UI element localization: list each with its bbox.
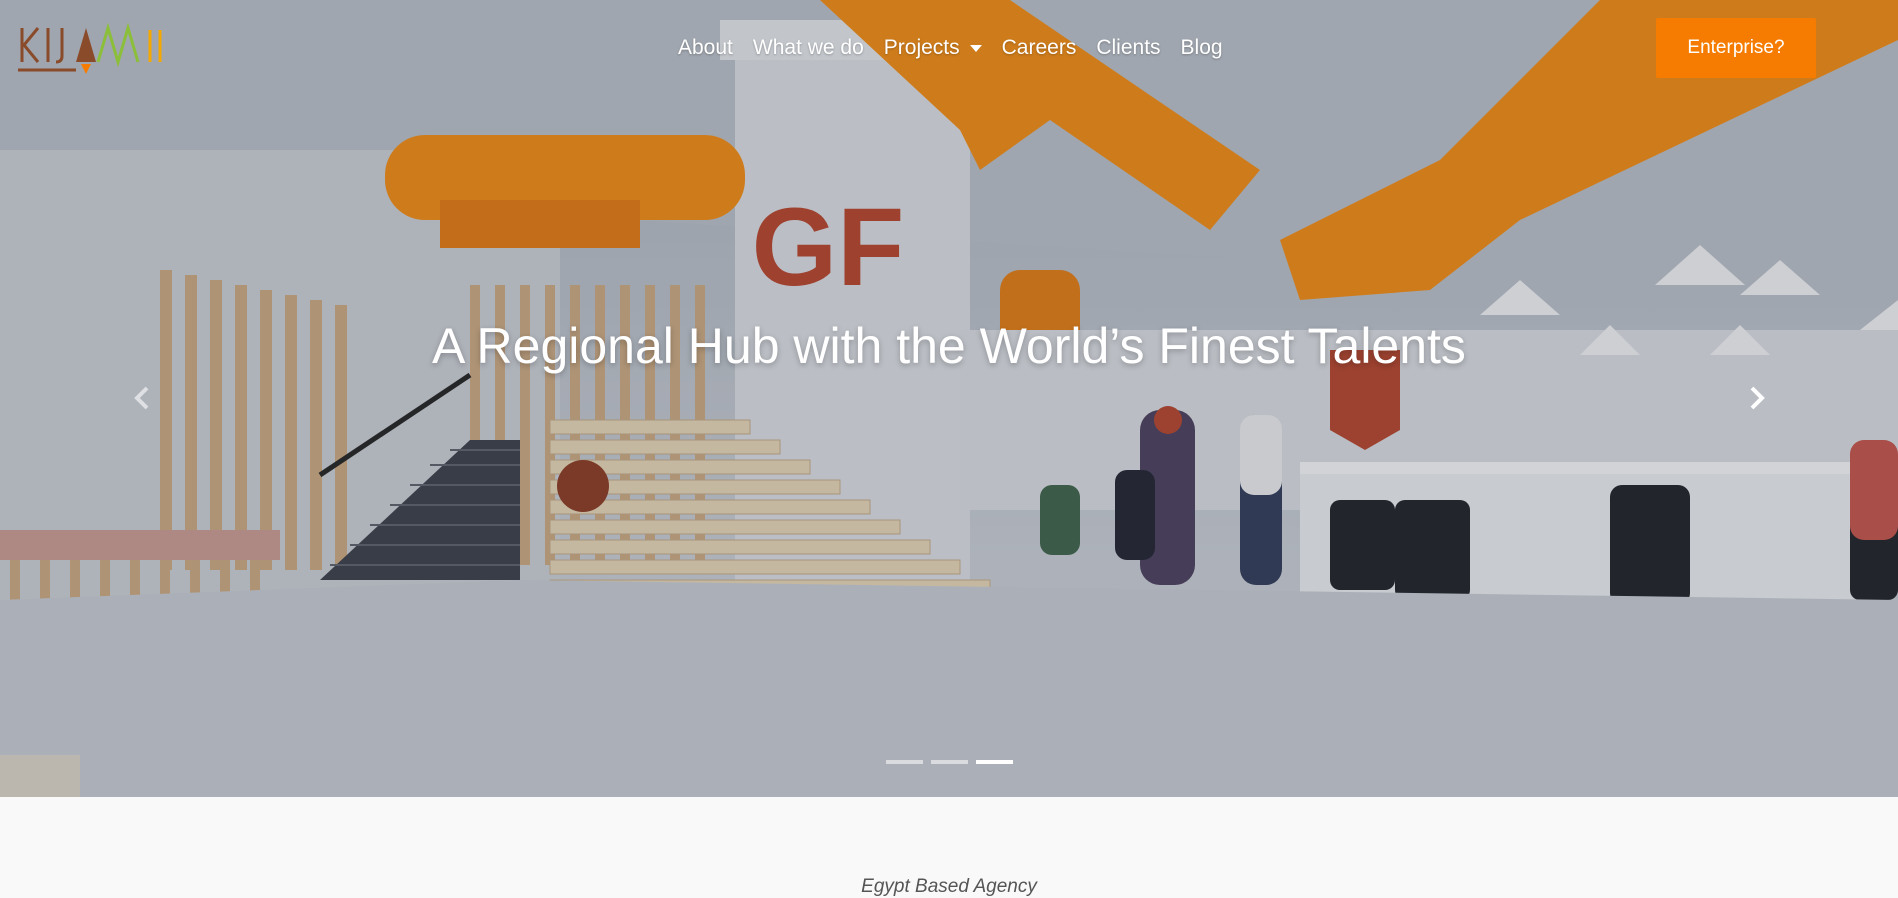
carousel-indicators — [886, 760, 1013, 764]
nav-projects-label: Projects — [883, 36, 960, 59]
navbar: About What we do Projects Careers Client… — [0, 0, 1898, 96]
intro-tagline: Egypt Based Agency — [861, 876, 1037, 897]
chevron-right-icon — [1750, 386, 1765, 410]
nav-blog-label: Blog — [1180, 36, 1223, 59]
nav-careers[interactable]: Careers — [992, 34, 1087, 62]
nav-about-label: About — [678, 36, 733, 59]
carousel-prev-button[interactable] — [123, 378, 163, 418]
nav-projects-dropdown[interactable]: Projects — [874, 34, 992, 62]
enterprise-button[interactable]: Enterprise? — [1656, 18, 1816, 78]
nav-about[interactable]: About — [668, 34, 743, 62]
carousel-next-button[interactable] — [1736, 378, 1776, 418]
nav-what-we-do-label: What we do — [752, 36, 864, 59]
nav-clients-label: Clients — [1096, 36, 1161, 59]
nav-what-we-do[interactable]: What we do — [743, 34, 874, 62]
carousel-indicator-1[interactable] — [886, 760, 923, 764]
main-navigation: About What we do Projects Careers Client… — [668, 34, 1233, 62]
hero-overlay — [0, 0, 1898, 797]
nav-clients[interactable]: Clients — [1086, 34, 1170, 62]
nav-careers-label: Careers — [1001, 36, 1077, 59]
caret-down-icon — [969, 44, 982, 52]
chevron-left-icon — [134, 386, 149, 410]
carousel-indicator-2[interactable] — [931, 760, 968, 764]
kijamii-logo-icon — [18, 22, 162, 74]
hero-carousel: GF A Regional Hub with the World’s Fines… — [0, 0, 1898, 797]
nav-blog[interactable]: Blog — [1171, 34, 1233, 62]
carousel-indicator-3[interactable] — [976, 760, 1013, 764]
hero-title: A Regional Hub with the World’s Finest T… — [432, 318, 1466, 374]
brand-logo[interactable] — [18, 22, 198, 76]
